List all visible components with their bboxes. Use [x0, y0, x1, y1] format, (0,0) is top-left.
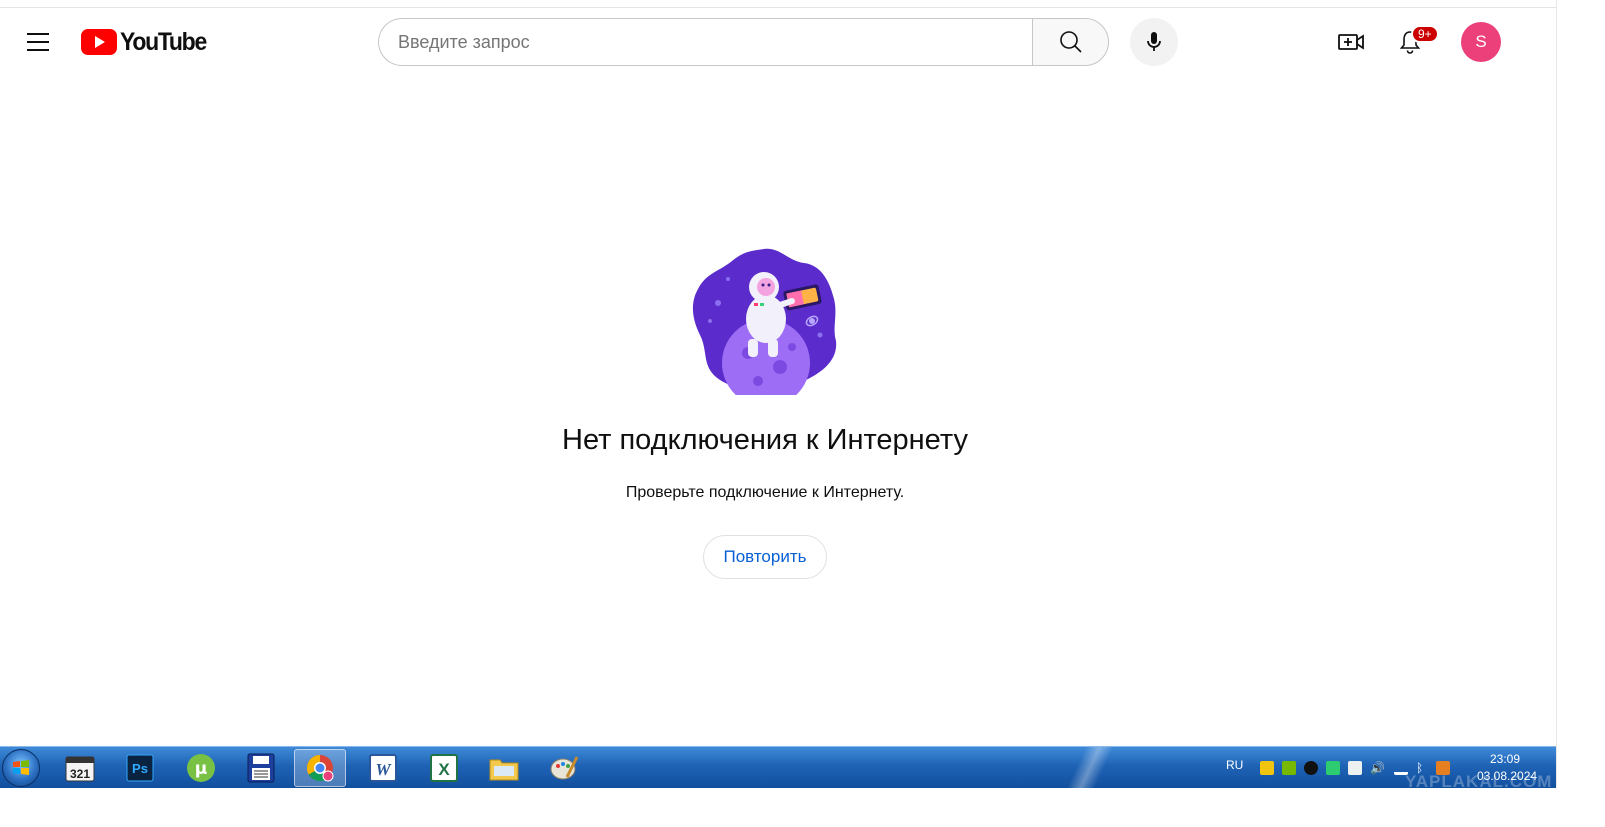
video-add-icon	[1338, 34, 1364, 50]
menu-line	[27, 33, 49, 35]
notification-count-badge: 9+	[1411, 25, 1439, 43]
taskbar-chrome[interactable]	[294, 749, 346, 787]
screen-bottom-margin	[0, 788, 1605, 827]
paint-icon	[550, 756, 579, 780]
windows-taskbar: 321 Ps µ W X RU 🔊 ᛒ 23:09 03.08.2024	[0, 746, 1556, 789]
taskbar-utorrent[interactable]: µ	[175, 749, 227, 787]
create-video-button[interactable]	[1331, 22, 1371, 62]
window-top-border	[0, 0, 1605, 8]
taskbar-excel[interactable]: X	[418, 749, 470, 787]
chrome-icon	[306, 754, 334, 782]
app-tray-icon[interactable]	[1304, 761, 1318, 775]
taskbar-file-explorer[interactable]	[478, 749, 530, 787]
lock-icon[interactable]	[1260, 761, 1274, 775]
menu-line	[27, 41, 49, 43]
utorrent-icon: µ	[187, 754, 215, 782]
utorrent-icon-label: µ	[195, 759, 208, 779]
start-button[interactable]	[2, 749, 40, 787]
usb-tray-icon[interactable]	[1348, 761, 1362, 775]
update-tray-icon[interactable]	[1326, 761, 1340, 775]
microphone-icon	[1147, 32, 1161, 51]
photoshop-icon: Ps	[126, 754, 154, 782]
error-title: Нет подключения к Интернету	[562, 424, 968, 456]
search-box[interactable]	[378, 18, 1033, 66]
menu-line	[27, 49, 49, 51]
retry-button[interactable]: Повторить	[703, 535, 827, 579]
youtube-logo[interactable]: YouTube	[81, 28, 213, 56]
taskbar-media-player-classic[interactable]: 321	[54, 749, 106, 787]
mpc-icon-label: 321	[70, 767, 90, 781]
watermark: YAPLAKAL.COM	[1405, 772, 1553, 791]
astronaut-offline-illustration	[692, 248, 837, 395]
photoshop-icon-label: Ps	[132, 761, 148, 776]
taskbar-word[interactable]: W	[357, 749, 409, 787]
account-avatar[interactable]: S	[1461, 22, 1501, 62]
language-indicator[interactable]: RU	[1226, 758, 1243, 772]
search-icon	[1059, 31, 1082, 53]
taskbar-photoshop[interactable]: Ps	[114, 749, 166, 787]
word-icon-label: W	[375, 760, 392, 779]
logo-text: YouTube	[120, 27, 207, 56]
error-subtitle: Проверьте подключение к Интернету.	[625, 484, 905, 501]
window-right-edge	[1556, 0, 1605, 790]
windows-logo-icon	[13, 760, 29, 775]
taskbar-glare	[1030, 747, 1150, 789]
search-button[interactable]	[1032, 18, 1109, 66]
search-input[interactable]	[398, 31, 1033, 53]
excel-icon: X	[430, 754, 458, 782]
youtube-play-icon	[81, 29, 117, 55]
excel-icon-label: X	[438, 760, 450, 779]
word-icon: W	[369, 754, 397, 782]
voice-search-button[interactable]	[1130, 18, 1178, 66]
volume-icon[interactable]: 🔊	[1370, 761, 1385, 775]
guide-menu-button[interactable]	[18, 22, 58, 62]
save-floppy-icon	[247, 753, 275, 783]
taskbar-save-app[interactable]	[235, 749, 287, 787]
file-explorer-icon	[489, 759, 519, 781]
media-player-classic-icon: 321	[65, 756, 95, 782]
taskbar-paint[interactable]	[538, 749, 590, 787]
clock-time[interactable]: 23:09	[1490, 752, 1520, 766]
nvidia-icon[interactable]	[1282, 761, 1296, 775]
